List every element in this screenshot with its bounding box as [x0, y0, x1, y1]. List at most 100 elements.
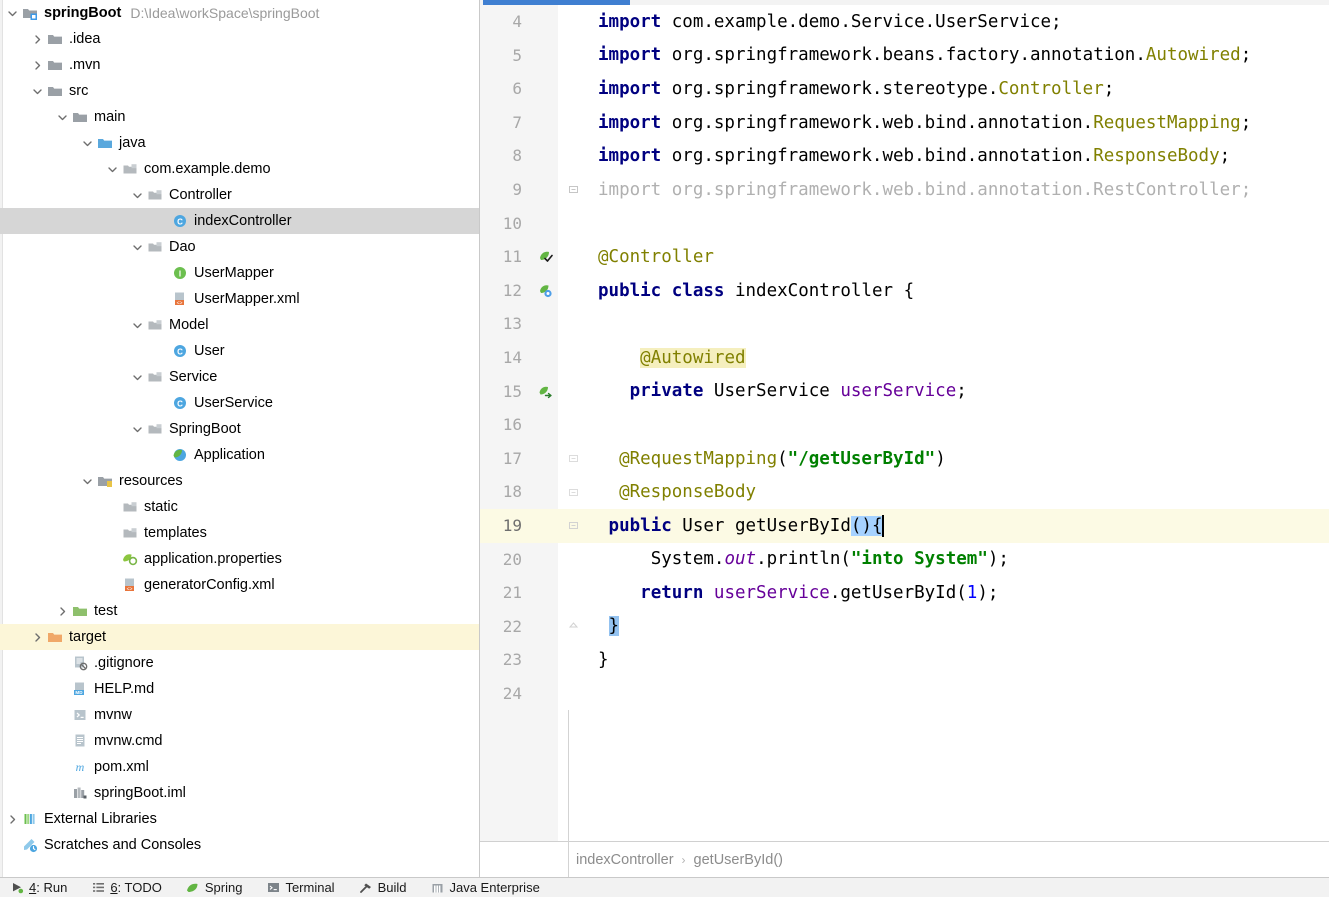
code-line[interactable]: 16	[480, 408, 1329, 442]
code-line[interactable]: 11 @Controller	[480, 240, 1329, 274]
chevron-down-icon[interactable]	[29, 78, 45, 104]
code-line[interactable]: 23 }	[480, 643, 1329, 677]
chevron-down-icon[interactable]	[54, 104, 70, 130]
code-line[interactable]: 14 @Autowired	[480, 340, 1329, 375]
tree-node-usermapper-xml[interactable]: <> UserMapper.xml	[0, 286, 479, 312]
fold-collapse-icon[interactable]	[558, 508, 588, 543]
chevron-down-icon[interactable]	[129, 416, 145, 442]
code-line[interactable]: 24	[480, 676, 1329, 711]
code-line[interactable]: 9 import org.springframework.web.bind.an…	[480, 172, 1329, 207]
tree-node-scratches-and-consoles[interactable]: Scratches and Consoles	[0, 832, 479, 858]
fold-collapse-icon[interactable]	[558, 172, 588, 207]
tree-node-templates[interactable]: templates	[0, 520, 479, 546]
statusbar-build[interactable]: Build	[357, 878, 406, 897]
statusbar-spring[interactable]: Spring	[184, 878, 242, 897]
chevron-down-icon[interactable]	[79, 130, 95, 156]
chevron-down-icon[interactable]	[79, 468, 95, 494]
tree-root-springboot[interactable]: springBoot D:\Idea\workSpace\springBoot	[0, 0, 479, 26]
tree-node-application-properties[interactable]: application.properties	[0, 546, 479, 572]
code-line-current[interactable]: 19 public User getUserById(){	[480, 508, 1329, 543]
statusbar-run[interactable]: 4: Run	[8, 878, 67, 897]
chevron-right-icon[interactable]	[54, 598, 70, 624]
fold-end-icon[interactable]	[558, 609, 588, 644]
tree-node-external-libraries[interactable]: External Libraries	[0, 806, 479, 832]
line-number: 9	[480, 172, 532, 207]
chevron-down-icon[interactable]	[129, 312, 145, 338]
code-area[interactable]: 4 import com.example.demo.Service.UserSe…	[480, 5, 1329, 877]
keyword-public: public	[608, 515, 672, 536]
tree-node-generatorconfig-xml[interactable]: <> generatorConfig.xml	[0, 572, 479, 598]
breadcrumb-method[interactable]: getUserById()	[694, 852, 783, 868]
tree-node-main[interactable]: main	[0, 104, 479, 130]
tree-node-java[interactable]: java	[0, 130, 479, 156]
code-line[interactable]: 17 @RequestMapping("/getUserById")	[480, 441, 1329, 476]
tool-window-status-bar[interactable]: 4: Run 6: TODO Spring Terminal Build Java Ent…	[0, 877, 1329, 897]
arrow-placeholder	[104, 572, 120, 598]
project-tree[interactable]: .idea .mvn src main java com.example.demo Cont…	[0, 26, 479, 858]
tree-node-gitignore[interactable]: .gitignore	[0, 650, 479, 676]
chevron-down-icon[interactable]	[104, 156, 120, 182]
chevron-down-icon[interactable]	[129, 364, 145, 390]
tree-node-user[interactable]: C User	[0, 338, 479, 364]
tree-node-service[interactable]: Service	[0, 364, 479, 390]
spring-bean-check-gutter-icon[interactable]	[532, 240, 558, 274]
tree-node-dao[interactable]: Dao	[0, 234, 479, 260]
project-tool-window[interactable]: springBoot D:\Idea\workSpace\springBoot …	[0, 0, 480, 877]
chevron-down-icon[interactable]	[129, 234, 145, 260]
annotation-type: ResponseBody	[1093, 146, 1220, 167]
build-hammer-icon	[357, 881, 375, 894]
code-line[interactable]: 6 import org.springframework.stereotype.…	[480, 72, 1329, 106]
chevron-right-icon[interactable]	[29, 26, 45, 52]
fold-collapse-icon[interactable]	[558, 441, 588, 476]
tree-node-static[interactable]: static	[0, 494, 479, 520]
line-number: 17	[480, 441, 532, 476]
tree-node-userservice[interactable]: C UserService	[0, 390, 479, 416]
chevron-right-icon[interactable]	[29, 624, 45, 650]
statusbar-todo[interactable]: 6: TODO	[89, 878, 162, 897]
tree-node-model[interactable]: Model	[0, 312, 479, 338]
code-line[interactable]: 4 import com.example.demo.Service.UserSe…	[480, 5, 1329, 39]
chevron-right-icon[interactable]	[4, 806, 20, 832]
code-line[interactable]: 15 private UserService userService;	[480, 374, 1329, 409]
spring-bean-gutter-icon[interactable]	[532, 273, 558, 308]
chevron-down-icon[interactable]	[129, 182, 145, 208]
fold-collapse-icon[interactable]	[558, 475, 588, 509]
tree-node-idea[interactable]: .idea	[0, 26, 479, 52]
code-line[interactable]: 12 public class indexController {	[480, 273, 1329, 308]
close-paren: )	[935, 448, 946, 469]
code-editor-pane[interactable]: 4 import com.example.demo.Service.UserSe…	[480, 0, 1329, 877]
code-line[interactable]: 18 @ResponseBody	[480, 475, 1329, 509]
code-line[interactable]: 5 import org.springframework.beans.facto…	[480, 38, 1329, 73]
tree-node-springboot-iml[interactable]: springBoot.iml	[0, 780, 479, 806]
code-line[interactable]: 22 }	[480, 609, 1329, 644]
tree-node-usermapper[interactable]: I UserMapper	[0, 260, 479, 286]
tree-node-mvnw-cmd[interactable]: mvnw.cmd	[0, 728, 479, 754]
tree-node-test[interactable]: test	[0, 598, 479, 624]
code-line[interactable]: 21 return userService.getUserById(1);	[480, 576, 1329, 610]
tree-node-src[interactable]: src	[0, 78, 479, 104]
breadcrumb[interactable]: indexController › getUserById()	[480, 841, 1329, 877]
folder-grey-icon	[70, 104, 90, 130]
code-line[interactable]: 8 import org.springframework.web.bind.an…	[480, 139, 1329, 173]
tree-node-com-example-demo[interactable]: com.example.demo	[0, 156, 479, 182]
chevron-down-icon[interactable]	[4, 0, 20, 26]
code-line[interactable]: 13	[480, 307, 1329, 341]
tree-node-springboot[interactable]: SpringBoot	[0, 416, 479, 442]
breadcrumb-class[interactable]: indexController	[576, 852, 674, 868]
statusbar-java-enterprise[interactable]: Java Enterprise	[428, 878, 540, 897]
tree-node-pom-xml[interactable]: m pom.xml	[0, 754, 479, 780]
chevron-right-icon[interactable]	[29, 52, 45, 78]
tree-node-help-md[interactable]: MD HELP.md	[0, 676, 479, 702]
spring-autowire-gutter-icon[interactable]	[532, 374, 558, 409]
tree-node-mvnw[interactable]: mvnw	[0, 702, 479, 728]
code-line[interactable]: 20 System.out.println("into System");	[480, 542, 1329, 577]
statusbar-terminal[interactable]: Terminal	[264, 878, 335, 897]
code-line[interactable]: 10	[480, 206, 1329, 241]
tree-node-indexcontroller[interactable]: CindexController	[0, 208, 479, 234]
tree-node-controller[interactable]: Controller	[0, 182, 479, 208]
tree-node-mvn[interactable]: .mvn	[0, 52, 479, 78]
tree-node-target[interactable]: target	[0, 624, 479, 650]
tree-node-resources[interactable]: resources	[0, 468, 479, 494]
code-line[interactable]: 7 import org.springframework.web.bind.an…	[480, 105, 1329, 140]
tree-node-application[interactable]: Application	[0, 442, 479, 468]
